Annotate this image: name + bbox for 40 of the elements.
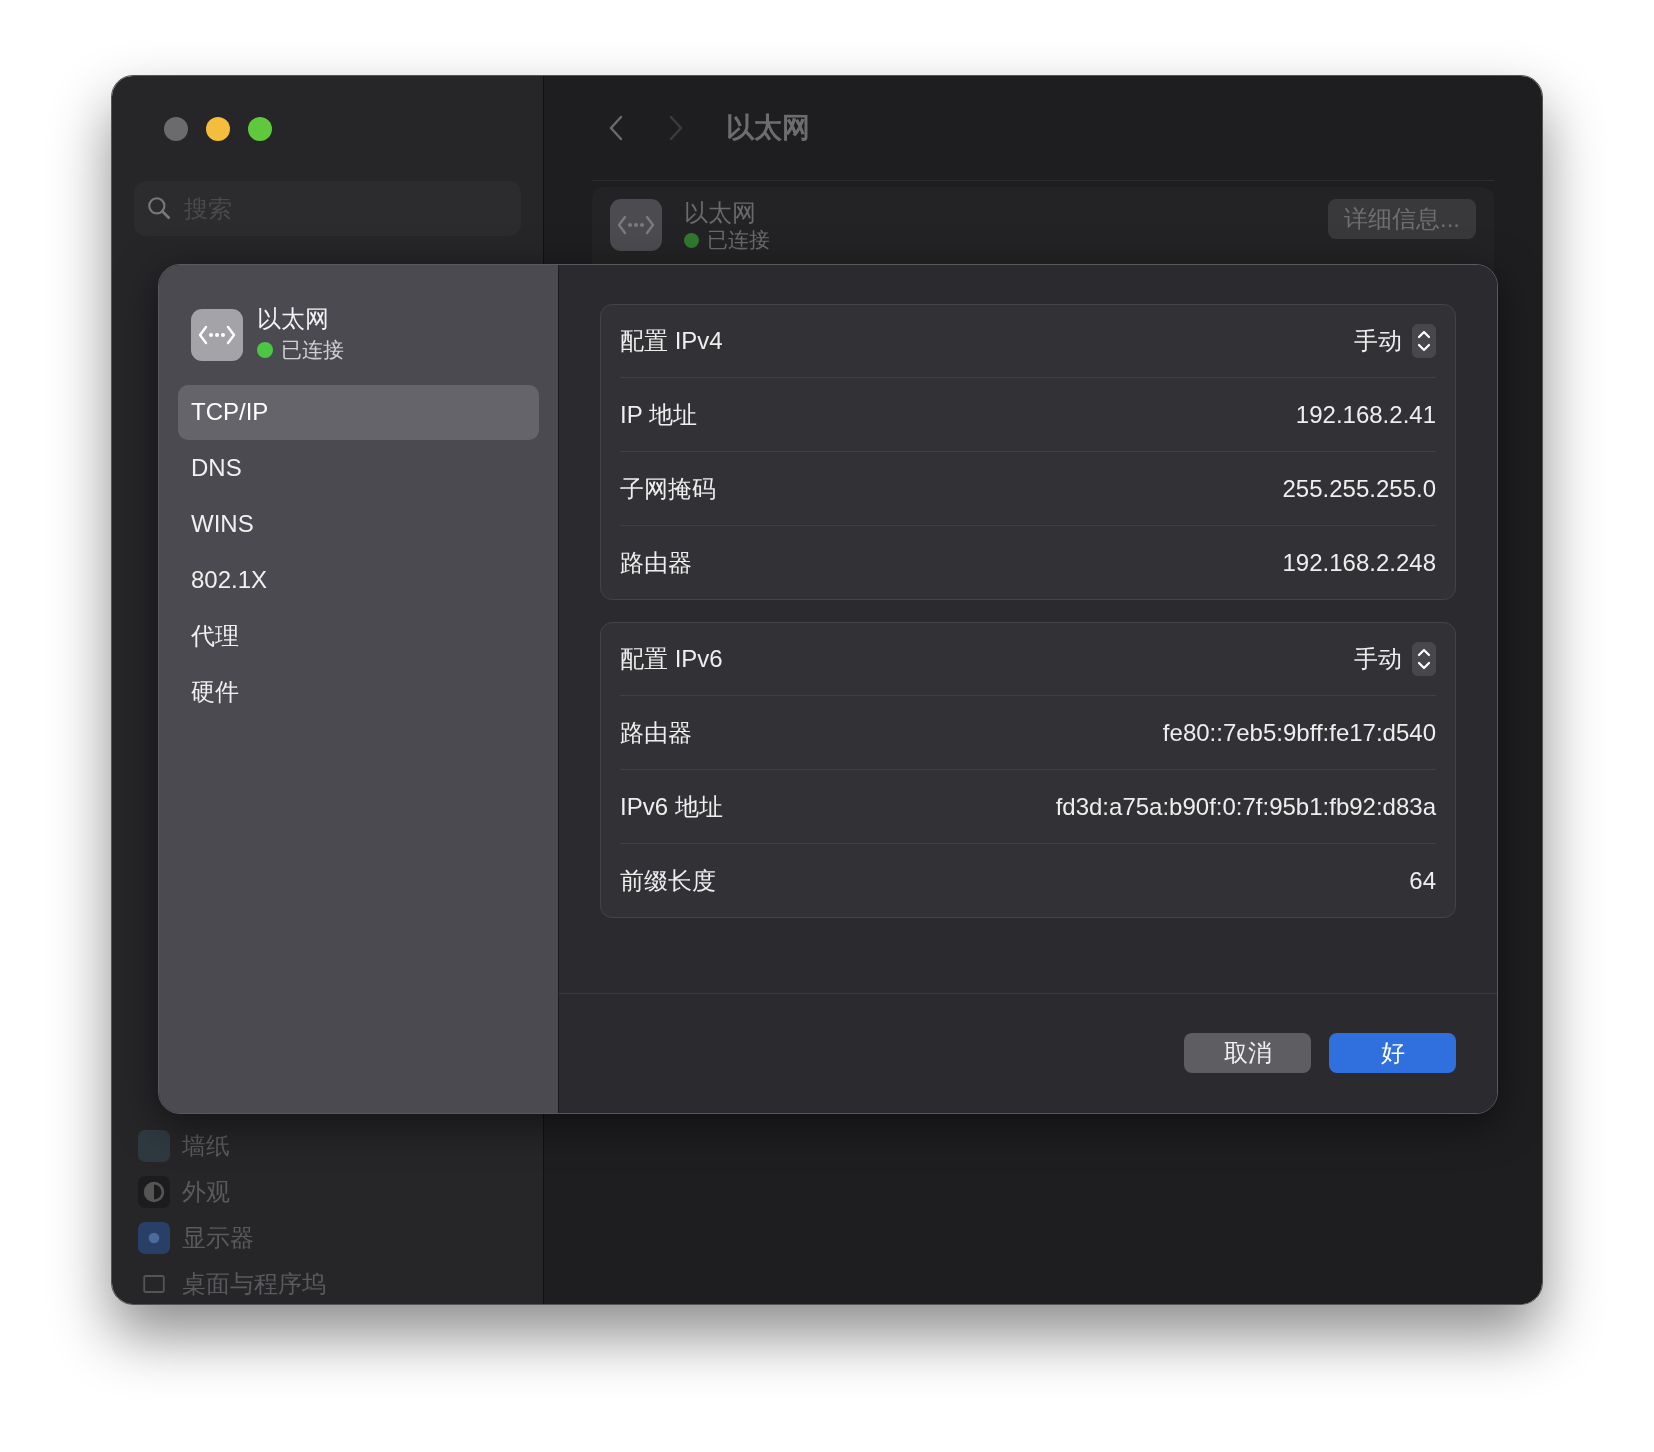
row-value: 64	[1409, 865, 1436, 896]
popup-button[interactable]: 手动	[1354, 323, 1436, 359]
sidebar-tab[interactable]: TCP/IP	[178, 384, 539, 440]
row-value: fd3d:a75a:b90f:0:7f:95b1:fb92:d83a	[1055, 791, 1436, 822]
wallpaper-icon	[138, 1130, 170, 1162]
row-label: 配置 IPv4	[620, 326, 723, 356]
minimize-button[interactable]	[206, 117, 230, 141]
status-text: 已连接	[281, 337, 344, 363]
row-value: fe80::7eb5:9bff:fe17:d540	[1162, 717, 1436, 748]
row-label: 配置 IPv6	[620, 644, 723, 674]
sidebar-tab[interactable]: 代理	[178, 608, 539, 664]
status-text: 已连接	[707, 227, 770, 253]
chevron-updown-icon	[1412, 642, 1436, 676]
popup-button[interactable]: 手动	[1354, 641, 1436, 677]
zoom-button[interactable]	[248, 117, 272, 141]
sidebar-tab[interactable]: WINS	[178, 496, 539, 552]
row-label: 路由器	[620, 547, 692, 578]
row-label: IP 地址	[620, 399, 697, 430]
row-value: 192.168.2.248	[1282, 547, 1436, 578]
sidebar-tab[interactable]: 硬件	[178, 664, 539, 720]
sun-icon	[138, 1222, 170, 1254]
cancel-button[interactable]: 取消	[1184, 1032, 1311, 1073]
search-icon	[146, 195, 172, 221]
chevron-updown-icon	[1412, 324, 1436, 358]
appearance-icon	[138, 1176, 170, 1208]
ok-button[interactable]: 好	[1329, 1032, 1456, 1073]
row-label: 前缀长度	[620, 865, 716, 896]
service-name: 以太网	[684, 199, 757, 227]
close-button[interactable]	[164, 117, 188, 141]
window-title: 以太网	[726, 111, 810, 145]
row-label: 路由器	[620, 717, 692, 748]
row-value: 255.255.255.0	[1282, 473, 1436, 504]
sidebar-tab[interactable]: 802.1X	[178, 552, 539, 608]
row-label: 子网掩码	[620, 473, 716, 504]
row-label: IPv6 地址	[620, 791, 723, 822]
ethernet-icon	[610, 199, 662, 251]
row-value: 192.168.2.41	[1295, 399, 1436, 430]
sidebar-tab[interactable]: DNS	[178, 440, 539, 496]
ethernet-icon	[191, 308, 243, 361]
service-name: 以太网	[257, 304, 330, 334]
